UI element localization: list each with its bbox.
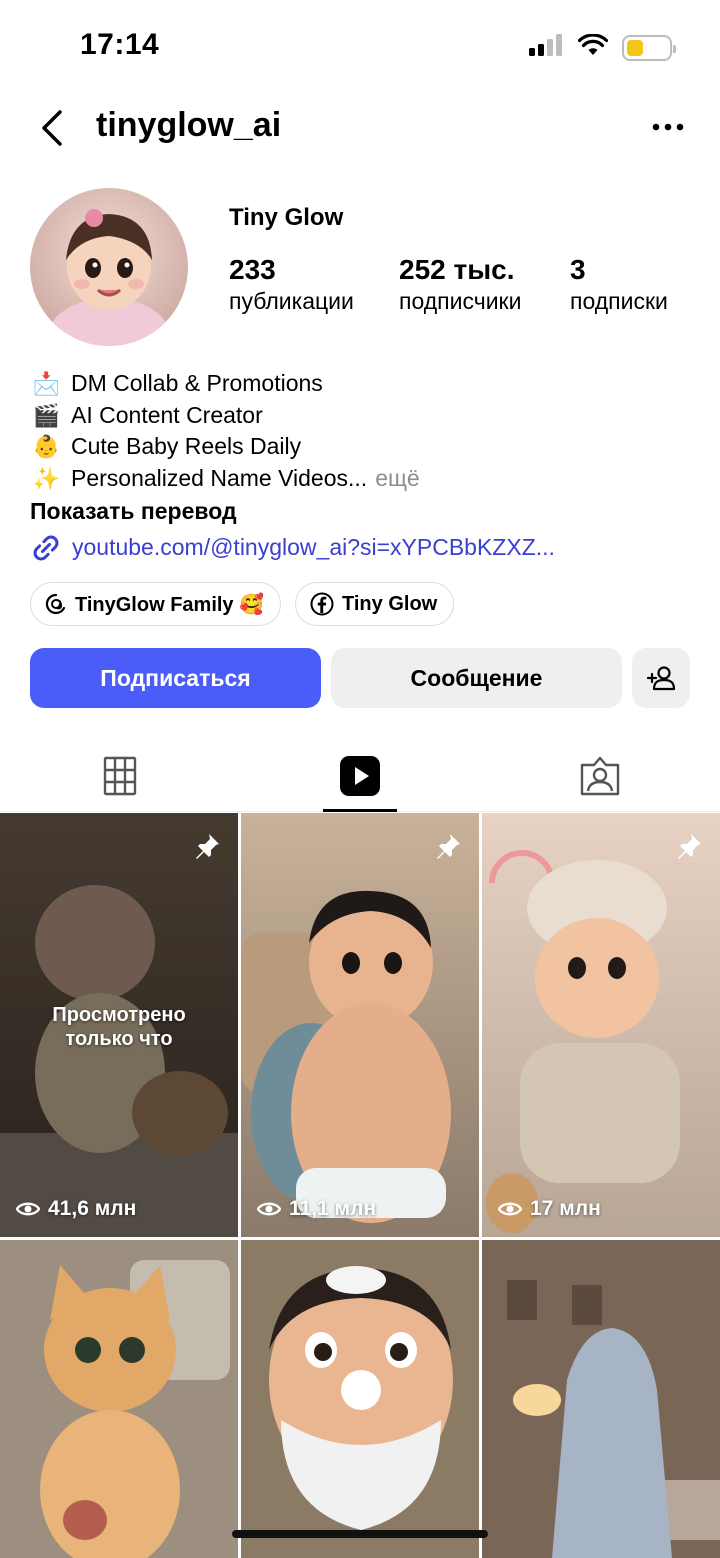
grid-icon [103, 756, 137, 796]
view-count: 11,1 млн [257, 1197, 376, 1221]
status-icons [528, 33, 676, 61]
reel-tile[interactable]: 11,1 млн [241, 813, 479, 1237]
clapper-icon: 🎬 [32, 402, 61, 428]
profile-stats: 233 публикации 252 тыс. подписчики 3 под… [229, 254, 699, 315]
profile-header: tinyglow_ai [0, 100, 720, 156]
stat-posts[interactable]: 233 публикации [229, 254, 399, 315]
external-link[interactable]: youtube.com/@tinyglow_ai?si=xYPCBbKZXZ..… [30, 532, 690, 564]
view-count-text: 11,1 млн [289, 1197, 377, 1220]
reel-tile[interactable]: 17 млн [482, 813, 720, 1237]
eye-icon [16, 1202, 40, 1216]
message-button[interactable]: Сообщение [331, 648, 622, 708]
bio-line-text: Personalized Name Videos... [71, 464, 368, 491]
tab-tagged[interactable] [480, 740, 720, 812]
bio-line-text: DM Collab & Promotions [71, 370, 323, 396]
pin-icon [433, 831, 463, 866]
threads-chip[interactable]: TinyGlow Family 🥰 [30, 582, 282, 626]
reels-icon [340, 756, 380, 796]
bio-line: ✨ Personalized Name Videos... ещё [30, 463, 690, 495]
bio-line: 📩 DM Collab & Promotions [30, 368, 690, 400]
profile-actions: Подписаться Сообщение [30, 648, 690, 708]
envelope-icon: 📩 [32, 371, 61, 396]
stat-followers[interactable]: 252 тыс. подписчики [399, 254, 570, 315]
wifi-icon [577, 33, 609, 61]
threads-chip-label: TinyGlow Family 🥰 [75, 593, 265, 616]
reel-thumbnail-baby-with-foam [241, 1240, 479, 1558]
eye-icon [498, 1202, 522, 1216]
view-count: 41,6 млн [16, 1197, 136, 1221]
stat-following-label: подписки [570, 288, 668, 314]
eye-icon [257, 1202, 281, 1216]
reel-thumbnail-baby-in-cap [482, 813, 720, 1237]
external-link-text: youtube.com/@tinyglow_ai?si=xYPCBbKZXZ..… [72, 533, 555, 560]
sparkles-icon: ✨ [32, 465, 61, 491]
chevron-left-icon [42, 110, 62, 146]
stat-posts-label: публикации [229, 288, 354, 314]
reel-thumbnail-kitten [0, 1240, 238, 1558]
view-count-text: 17 млн [530, 1197, 601, 1220]
pin-icon [192, 831, 222, 866]
facebook-icon [310, 592, 334, 616]
show-translation-link[interactable]: Показать перевод [30, 496, 690, 528]
reel-thumbnail-baby-sitting [241, 813, 479, 1237]
tab-posts[interactable] [0, 740, 240, 812]
signal-icon [528, 34, 564, 61]
stat-following-value: 3 [570, 254, 586, 285]
link-icon [33, 535, 59, 560]
bio-line: 👶 Cute Baby Reels Daily [30, 431, 690, 463]
add-person-icon [646, 666, 676, 691]
tagged-icon [580, 756, 620, 796]
stat-followers-value: 252 тыс. [399, 254, 515, 285]
more-dots-icon [652, 123, 684, 131]
facebook-chip[interactable]: Tiny Glow [295, 582, 455, 626]
display-name: Tiny Glow [229, 204, 344, 231]
stat-posts-value: 233 [229, 254, 276, 285]
active-tab-indicator [323, 809, 397, 812]
stat-followers-label: подписчики [399, 288, 522, 314]
profile-avatar[interactable] [30, 188, 188, 346]
watched-overlay: Просмотрено только что [52, 1004, 186, 1050]
baby-icon: 👶 [32, 434, 61, 459]
threads-icon [45, 593, 66, 615]
reel-tile[interactable] [241, 1240, 479, 1558]
facebook-chip-label: Tiny Glow [342, 592, 438, 615]
reels-grid: Просмотрено только что 41,6 млн 11,1 млн… [0, 813, 720, 1558]
view-count: 17 млн [498, 1197, 601, 1221]
bio-more-link[interactable]: ещё [375, 463, 420, 495]
reel-thumbnail-ghost-in-room [482, 1240, 720, 1558]
reel-tile[interactable] [482, 1240, 720, 1558]
profile-chips: TinyGlow Family 🥰 Tiny Glow [30, 582, 455, 626]
status-bar: 17:14 [0, 0, 720, 95]
profile-tabs [0, 740, 720, 812]
bio-line-text: AI Content Creator [71, 401, 263, 428]
battery-icon [622, 34, 676, 61]
suggested-users-button[interactable] [632, 648, 690, 708]
stat-following[interactable]: 3 подписки [570, 254, 668, 315]
tab-reels[interactable] [240, 740, 480, 812]
follow-button[interactable]: Подписаться [30, 648, 321, 708]
pin-icon [674, 831, 704, 866]
status-time: 17:14 [80, 28, 160, 61]
profile-username: tinyglow_ai [96, 106, 282, 144]
back-button[interactable] [34, 104, 74, 152]
bio-line-text: Cute Baby Reels Daily [71, 433, 302, 459]
reel-tile[interactable]: Просмотрено только что 41,6 млн [0, 813, 238, 1237]
profile-bio: 📩 DM Collab & Promotions 🎬 AI Content Cr… [30, 368, 690, 564]
reel-tile[interactable] [0, 1240, 238, 1558]
more-options-button[interactable] [648, 110, 688, 144]
view-count-text: 41,6 млн [48, 1197, 137, 1220]
bio-line: 🎬 AI Content Creator [30, 400, 690, 432]
home-indicator [232, 1530, 488, 1538]
